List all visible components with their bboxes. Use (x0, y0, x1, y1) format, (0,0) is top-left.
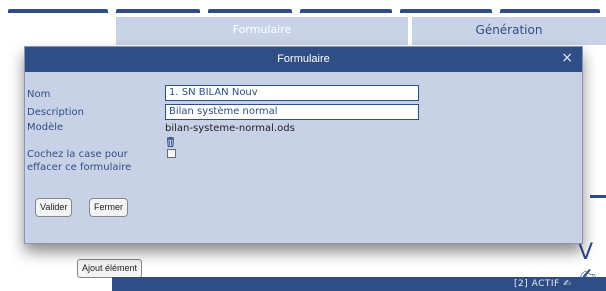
top-stripe-segment (300, 9, 392, 13)
tab-generation[interactable]: Génération (412, 17, 606, 45)
delete-form-checkbox[interactable] (167, 149, 176, 158)
bottom-status-text: [2] ACTIF ✍︎ (514, 279, 572, 289)
background-divider (590, 195, 606, 198)
trash-icon[interactable] (166, 137, 175, 147)
close-icon[interactable]: × (561, 50, 573, 66)
top-stripe-segment (500, 9, 600, 13)
valider-button[interactable]: Valider (35, 198, 73, 217)
nom-label: Nom (27, 89, 51, 100)
modele-value: bilan-systeme-normal.ods (165, 123, 295, 134)
dialog-titlebar[interactable]: Formulaire × (25, 47, 582, 72)
description-label: Description (27, 107, 84, 118)
dialog-title: Formulaire (277, 53, 330, 65)
top-stripe (0, 0, 606, 14)
delete-checkbox-label: Cochez la case pour effacer ce formulair… (27, 149, 132, 173)
nom-field[interactable]: 1. SN BILAN Nouv (165, 85, 419, 101)
top-stripe-segment (8, 9, 108, 13)
bottom-status-bar: [2] ACTIF ✍︎ (112, 277, 606, 291)
top-stripe-segment (208, 9, 292, 13)
add-element-button[interactable]: Ajout élément (77, 259, 143, 278)
modele-label: Modèle (27, 122, 64, 133)
fermer-button[interactable]: Fermer (89, 198, 128, 217)
description-field[interactable]: Bilan système normal (165, 104, 419, 120)
formulaire-dialog: Formulaire × Nom 1. SN BILAN Nouv Descri… (24, 46, 583, 244)
tab-formulaire[interactable]: Formulaire (116, 17, 408, 45)
top-stripe-segment (400, 9, 492, 13)
top-stripe-segment (116, 9, 200, 13)
